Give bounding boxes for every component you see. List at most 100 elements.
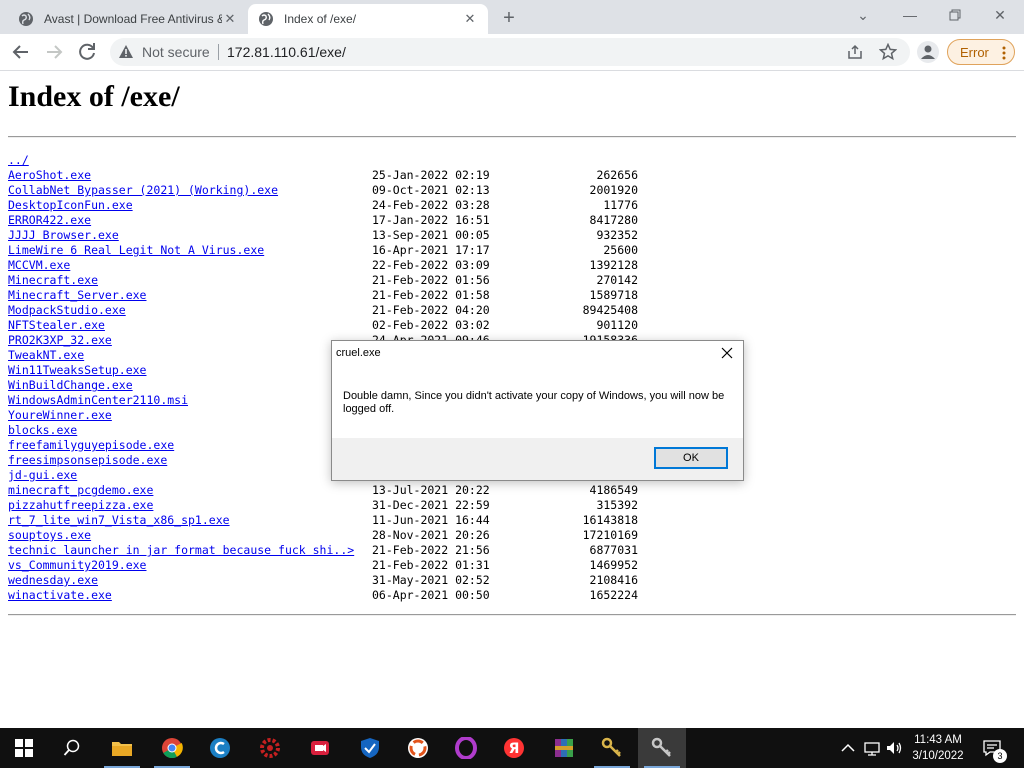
back-arrow-icon[interactable] <box>9 40 33 64</box>
file-link[interactable]: ERROR422.exe <box>8 213 91 228</box>
camera-icon <box>311 741 329 755</box>
file-link[interactable]: rt_7_lite_win7_Vista_x86_sp1.exe <box>8 513 230 528</box>
network-icon[interactable] <box>862 738 882 758</box>
file-link[interactable]: AeroShot.exe <box>8 168 91 183</box>
error-button[interactable]: Error <box>947 39 1015 65</box>
file-link[interactable]: vs_Community2019.exe <box>8 558 146 573</box>
file-link[interactable]: JJJJ Browser.exe <box>8 228 119 243</box>
ok-button[interactable]: OK <box>654 447 728 469</box>
forward-arrow-icon[interactable] <box>42 40 66 64</box>
file-date: 21-Feb-2022 21:56 <box>372 543 490 557</box>
globe-icon <box>19 12 33 26</box>
file-date: 16-Apr-2021 17:17 <box>372 243 490 257</box>
file-link[interactable]: TweakNT.exe <box>8 348 84 363</box>
chrome-button[interactable] <box>148 728 196 768</box>
parent-directory-link[interactable]: ../ <box>8 153 29 168</box>
file-date: 31-May-2021 02:52 <box>372 573 490 587</box>
file-row: Minecraft.exe 21-Feb-2022 01:56 270142 <box>8 273 708 288</box>
winrar-button[interactable] <box>540 728 588 768</box>
tab-close-icon[interactable]: ✕ <box>462 11 478 27</box>
keys-app-active-button[interactable] <box>638 728 686 768</box>
file-link[interactable]: blocks.exe <box>8 423 77 438</box>
new-tab-button[interactable]: + <box>498 8 520 30</box>
file-link[interactable]: minecraft_pcgdemo.exe <box>8 483 153 498</box>
file-row: NFTStealer.exe 02-Feb-2022 03:02 901120 <box>8 318 708 333</box>
keys-icon <box>601 737 621 757</box>
tab-search-icon[interactable]: ⌄ <box>848 4 878 26</box>
file-link[interactable]: MCCVM.exe <box>8 258 70 273</box>
opera-button[interactable] <box>442 728 490 768</box>
file-link[interactable]: CollabNet Bypasser (2021) (Working).exe <box>8 183 278 198</box>
globe-icon <box>259 12 273 26</box>
file-row: minecraft_pcgdemo.exe 13-Jul-2021 20:22 41… <box>8 483 708 498</box>
file-link[interactable]: WindowsAdminCenter2110.msi <box>8 393 188 408</box>
yandex-button[interactable]: Я <box>490 728 538 768</box>
file-link[interactable]: YoureWinner.exe <box>8 408 112 423</box>
file-size: 270142 <box>596 273 638 287</box>
warning-icon[interactable] <box>118 44 134 60</box>
close-icon[interactable] <box>720 346 734 360</box>
file-date: 09-Oct-2021 02:13 <box>372 183 490 197</box>
clock-time: 11:43 AM <box>914 734 962 746</box>
keys-app-button[interactable] <box>588 728 636 768</box>
file-link[interactable]: PRO2K3XP_32.exe <box>8 333 112 348</box>
url-text[interactable]: 172.81.110.61/exe/ <box>227 44 346 60</box>
file-size: 315392 <box>596 498 638 512</box>
start-button[interactable] <box>0 728 48 768</box>
file-link[interactable]: freefamilyguyepisode.exe <box>8 438 174 453</box>
address-bar[interactable]: Not secure 172.81.110.61/exe/ <box>110 38 910 66</box>
shield-app-button[interactable] <box>346 728 394 768</box>
reload-icon[interactable] <box>75 40 99 64</box>
tab-avast[interactable]: Avast | Download Free Antivirus & VPN ✕ <box>8 4 248 34</box>
file-link[interactable]: DesktopIconFun.exe <box>8 198 133 213</box>
file-size: 89425408 <box>582 303 638 317</box>
video-recorder-button[interactable] <box>296 728 344 768</box>
profile-avatar[interactable] <box>917 41 939 63</box>
file-date: 17-Jan-2022 16:51 <box>372 213 490 227</box>
tab-close-icon[interactable]: ✕ <box>222 11 238 27</box>
file-row: pizzahutfreepizza.exe 31-Dec-2021 22:59 31… <box>8 498 708 513</box>
swirl-app-button[interactable] <box>394 728 442 768</box>
file-link[interactable]: winactivate.exe <box>8 588 112 603</box>
share-icon[interactable] <box>847 44 863 60</box>
file-size: 11776 <box>603 198 638 212</box>
file-link[interactable]: Minecraft.exe <box>8 273 98 288</box>
file-link[interactable]: Minecraft_Server.exe <box>8 288 146 303</box>
security-label[interactable]: Not secure <box>142 44 210 60</box>
file-link[interactable]: souptoys.exe <box>8 528 91 543</box>
chevron-up-icon[interactable] <box>838 738 858 758</box>
file-row: DesktopIconFun.exe 24-Feb-2022 03:28 11776 <box>8 198 708 213</box>
volume-icon[interactable] <box>884 738 904 758</box>
file-size: 17210169 <box>582 528 638 542</box>
chrome-icon <box>162 738 183 759</box>
close-window-button[interactable]: ✕ <box>985 4 1015 26</box>
file-link[interactable]: pizzahutfreepizza.exe <box>8 498 153 513</box>
search-button[interactable] <box>48 728 96 768</box>
file-link[interactable]: ModpackStudio.exe <box>8 303 126 318</box>
file-row: ModpackStudio.exe 21-Feb-2022 04:20 894254… <box>8 303 708 318</box>
minimize-button[interactable]: — <box>895 4 925 26</box>
file-date: 28-Nov-2021 20:26 <box>372 528 490 542</box>
tab-index-exe[interactable]: Index of /exe/ ✕ <box>248 4 488 34</box>
tab-title: Index of /exe/ <box>284 12 357 26</box>
red-gear-app-button[interactable] <box>246 728 294 768</box>
file-explorer-button[interactable] <box>98 728 146 768</box>
file-size: 1652224 <box>589 588 638 602</box>
file-row: LimeWire 6 Real Legit Not A Virus.exe 16-… <box>8 243 708 258</box>
yandex-icon: Я <box>504 738 524 758</box>
restore-button[interactable] <box>940 4 970 26</box>
file-link[interactable]: wednesday.exe <box>8 573 98 588</box>
ccleaner-button[interactable] <box>196 728 244 768</box>
taskbar-clock[interactable]: 11:43 AM 3/10/2022 <box>904 732 972 764</box>
file-link[interactable]: jd-gui.exe <box>8 468 77 483</box>
file-link[interactable]: LimeWire 6 Real Legit Not A Virus.exe <box>8 243 264 258</box>
file-link[interactable]: WinBuildChange.exe <box>8 378 133 393</box>
bookmark-star-icon[interactable] <box>879 43 897 61</box>
file-row: souptoys.exe 28-Nov-2021 20:26 17210169 <box>8 528 708 543</box>
opera-icon <box>455 737 477 759</box>
file-link[interactable]: technic launcher in jar format because f… <box>8 543 354 558</box>
file-link[interactable]: NFTStealer.exe <box>8 318 105 333</box>
swirl-icon <box>408 738 428 758</box>
file-link[interactable]: Win11TweaksSetup.exe <box>8 363 146 378</box>
file-link[interactable]: freesimpsonsepisode.exe <box>8 453 167 468</box>
